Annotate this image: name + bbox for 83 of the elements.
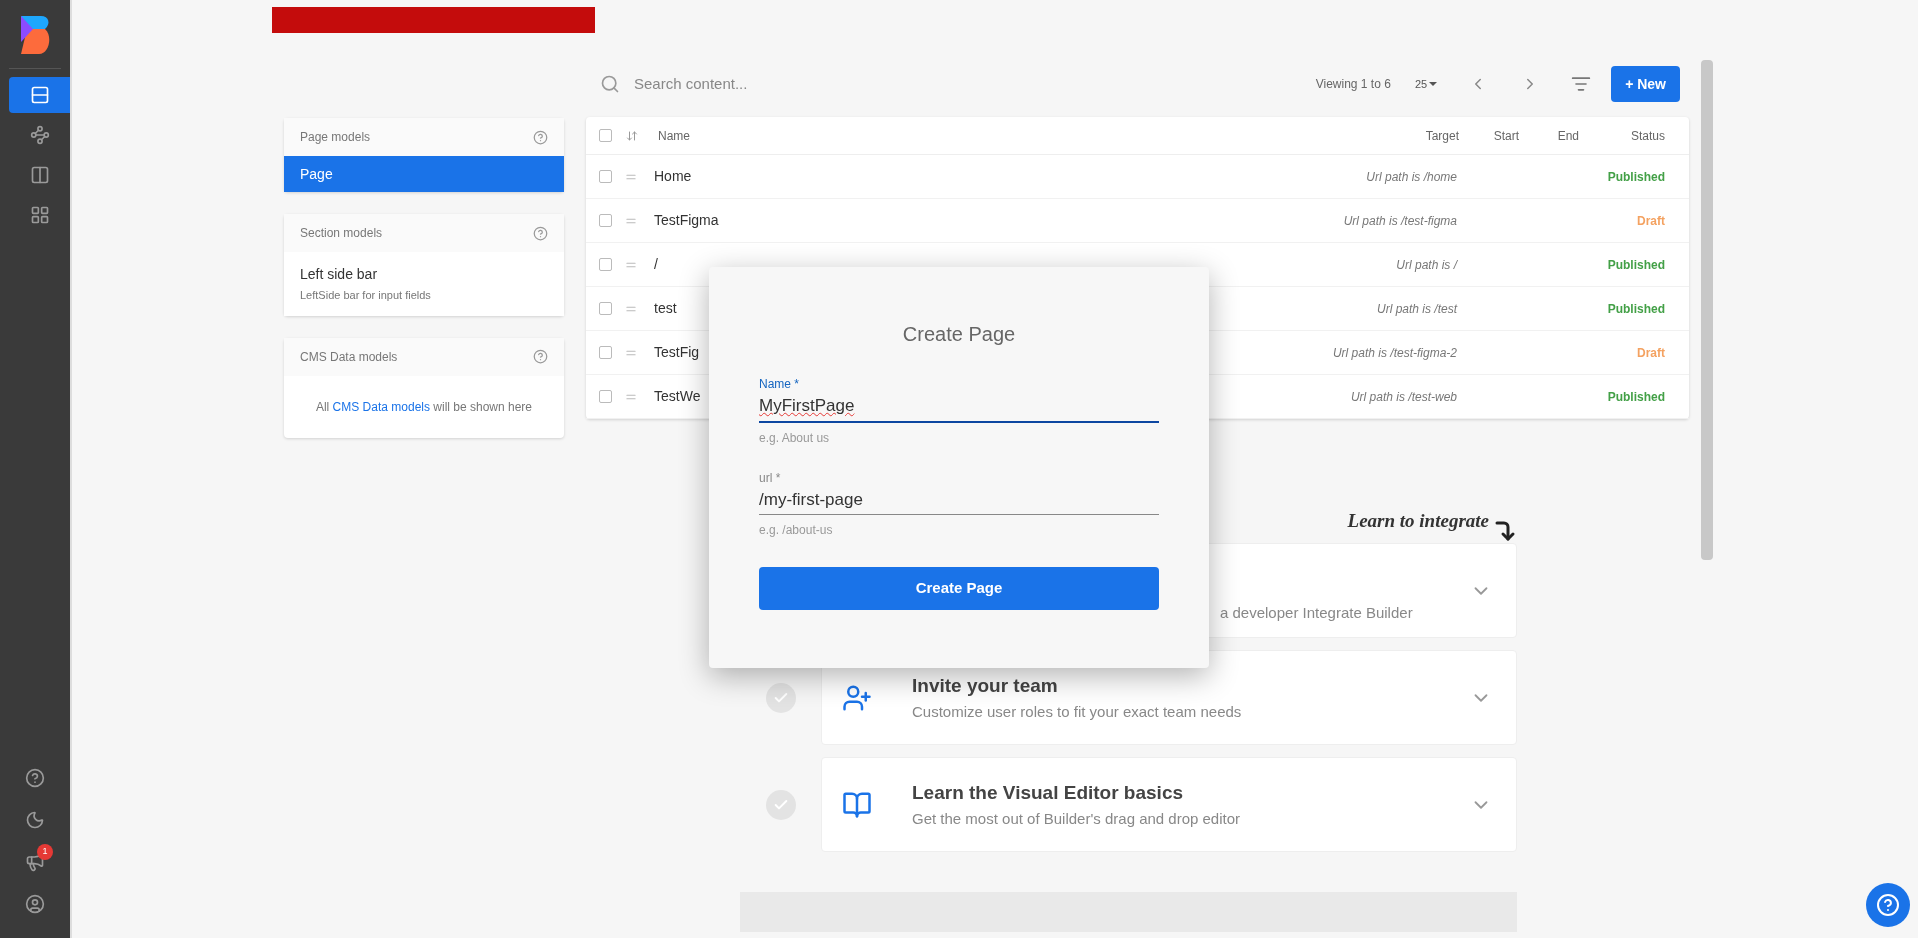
create-page-button[interactable]: Create Page: [759, 567, 1159, 610]
row-name: test: [654, 299, 677, 318]
status-label: Published: [1607, 300, 1665, 318]
helper-text: e.g. About us: [759, 429, 831, 447]
user-icon: [25, 894, 45, 914]
row-checkbox[interactable]: [599, 390, 612, 403]
row-target: Url path is /test-figma: [1343, 212, 1458, 230]
row-target: Url path is /test-web: [1350, 388, 1458, 406]
step-check-icon: [765, 789, 796, 820]
text-field[interactable]: url * /my-first-page: [759, 468, 1159, 515]
text-field[interactable]: Name * MyFirstPage: [759, 375, 1159, 423]
column-header: Name: [658, 127, 691, 145]
arrow-icon: [1493, 519, 1517, 543]
panel-title: Page models: [300, 129, 371, 146]
moon-icon: [25, 810, 45, 830]
help-icon[interactable]: [533, 225, 548, 241]
column-header: End: [1556, 127, 1579, 145]
card-title: Learn the Visual Editor basics: [912, 781, 1185, 805]
column-header: Target: [1424, 127, 1459, 145]
column-header: Status: [1629, 127, 1666, 145]
row-target: Url path is /test: [1376, 300, 1459, 318]
nodes-icon: [29, 125, 50, 145]
scrollbar[interactable]: [1701, 60, 1713, 560]
page-size-select[interactable]: 25: [1414, 75, 1438, 93]
search-field[interactable]: Search content...: [634, 72, 934, 96]
sidebar-item[interactable]: [9, 77, 70, 113]
row-checkbox[interactable]: [599, 170, 612, 183]
row-checkbox[interactable]: [599, 129, 612, 142]
row-name: Home: [654, 167, 692, 186]
help-icon: [1876, 893, 1900, 917]
help-icon[interactable]: [533, 349, 548, 364]
panel-title: CMS Data models: [300, 348, 398, 366]
grid-icon: [29, 205, 50, 225]
row-checkbox[interactable]: [599, 258, 612, 271]
logo-icon[interactable]: [19, 16, 51, 54]
pagination-info: Viewing 1 to 6: [1315, 76, 1391, 93]
step-check-icon: [765, 682, 796, 713]
card-subtitle: Get the most out of Builder's drag and drop editor: [912, 808, 1241, 829]
row-checkbox[interactable]: [599, 302, 612, 315]
field-value: /my-first-page: [759, 488, 863, 511]
new-button[interactable]: + New: [1611, 66, 1680, 102]
notification-badge: 1: [37, 844, 53, 860]
row-name: TestFig: [654, 343, 700, 362]
row-name: /: [654, 255, 658, 274]
empty-message: All CMS Data models will be shown here: [315, 398, 533, 416]
sort-icon[interactable]: [626, 129, 638, 142]
row-checkbox[interactable]: [599, 214, 612, 227]
status-label: Draft: [1637, 212, 1665, 230]
row-target: Url path is /test-figma-2: [1332, 344, 1458, 362]
caret-icon: [1429, 82, 1438, 86]
models-link[interactable]: CMS Data models: [332, 399, 430, 414]
panel-title: Section models: [300, 225, 383, 242]
card-title: Invite your team: [912, 674, 1059, 698]
card-subtitle: Customize user roles to fit your exact team needs: [912, 701, 1242, 722]
help-icon[interactable]: [533, 129, 548, 145]
row-target: Url path is /home: [1366, 168, 1458, 186]
column-header: Start: [1492, 127, 1519, 145]
handwritten-heading: Learn to integrate: [1347, 508, 1489, 533]
status-label: Published: [1607, 388, 1665, 406]
row-name: TestFigma: [654, 211, 719, 230]
table-row[interactable]: Home Url path is /home Published: [586, 155, 1689, 199]
help-button[interactable]: [1866, 883, 1910, 927]
row-target: Url path is /: [1396, 256, 1459, 274]
row-checkbox[interactable]: [599, 346, 612, 359]
field-value: MyFirstPage: [759, 395, 855, 417]
status-label: Draft: [1637, 344, 1665, 362]
card-subtitle: a developer Integrate Builder: [1220, 603, 1413, 621]
stack-icon: [29, 85, 50, 105]
help-icon: [25, 768, 45, 788]
search-icon: [600, 74, 620, 94]
field-label: url *: [759, 469, 782, 487]
sidebar-item[interactable]: 1: [15, 844, 55, 880]
status-label: Published: [1607, 256, 1665, 274]
guide-card[interactable]: Learn the Visual Editor basics Get the most out of Builder's drag and drop editor: [821, 757, 1517, 852]
field-label: Name *: [759, 376, 800, 393]
columns-icon: [29, 165, 50, 185]
model-item[interactable]: Page: [284, 156, 564, 192]
model-item[interactable]: Left side bar LeftSide bar for input fields: [284, 252, 564, 316]
status-label: Published: [1607, 168, 1665, 186]
table-row[interactable]: TestFigma Url path is /test-figma Draft: [586, 199, 1689, 243]
row-name: TestWe: [654, 387, 701, 406]
filter-icon[interactable]: [1571, 74, 1592, 94]
helper-text: e.g. /about-us: [759, 522, 834, 539]
